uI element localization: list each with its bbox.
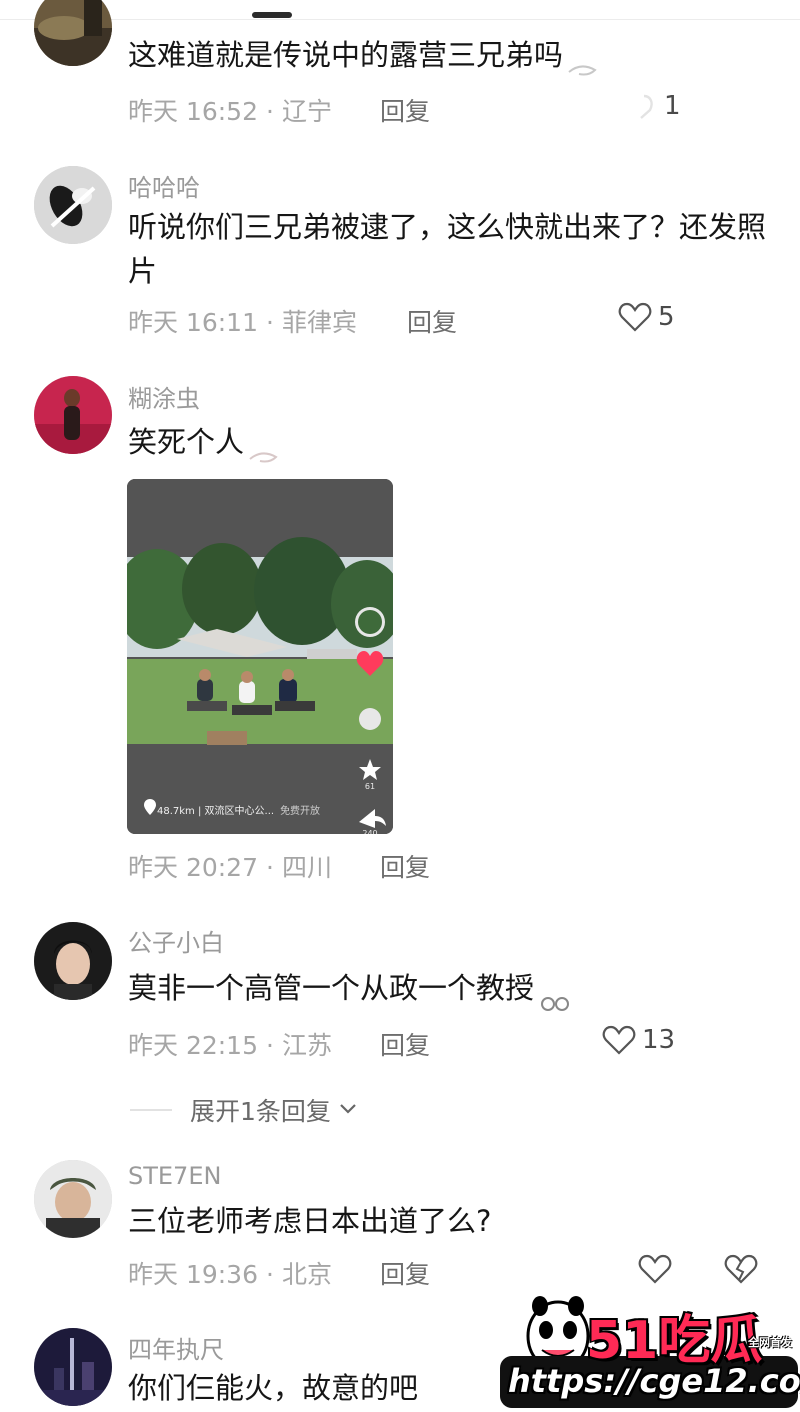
dislike-button[interactable] (724, 1253, 758, 1285)
comment-meta: 昨天 20:27 · 四川 (128, 848, 332, 884)
watermark: 51吃瓜 全网首发 https://cge12.com (480, 1290, 800, 1412)
heart-outline-icon (618, 301, 652, 333)
username[interactable]: 哈哈哈 (128, 168, 200, 203)
broken-heart-icon (724, 1253, 758, 1285)
avatar[interactable] (34, 376, 112, 454)
avatar[interactable] (34, 922, 112, 1000)
comment-text: 听说你们三兄弟被逮了，这么快就出来了？还发照片 (128, 210, 767, 288)
comment-text: 三位老师考虑日本出道了么? (128, 1204, 492, 1238)
meta-separator: · (266, 308, 274, 337)
star-count: 61 (364, 782, 376, 791)
meta-separator: · (266, 853, 274, 882)
avatar[interactable] (34, 0, 112, 66)
comment-time: 昨天 16:11 (128, 308, 258, 337)
reply-button[interactable]: 回复 (407, 303, 457, 339)
drag-handle[interactable] (252, 12, 292, 18)
avatar[interactable] (34, 1328, 112, 1406)
watermark-url: https://cge12.com (508, 1362, 800, 1400)
heart-outline-icon (638, 1253, 672, 1285)
comment-time: 昨天 22:15 (128, 1031, 258, 1060)
share-count: 240 (362, 829, 378, 834)
like-button[interactable]: 13 (602, 1024, 675, 1056)
comment-meta: 昨天 16:52 · 辽宁 (128, 92, 332, 128)
emoji-icon (567, 48, 601, 76)
comment-location: 四川 (281, 853, 332, 882)
like-button[interactable] (638, 1253, 672, 1285)
divider (130, 1109, 172, 1111)
meta-separator: · (266, 1260, 274, 1289)
like-button[interactable]: 1 (624, 90, 681, 122)
reply-button[interactable]: 回复 (380, 92, 430, 128)
comment-location: 北京 (281, 1260, 332, 1289)
emoji-icon (538, 981, 572, 1011)
location-label: 48.7km | 双流区中心公... 免费开放 (157, 802, 320, 817)
like-count: 13 (642, 1025, 676, 1055)
watermark-badge: 全网首发 (748, 1336, 792, 1349)
like-count: 1 (664, 91, 681, 121)
comment-time: 昨天 16:52 (128, 97, 258, 126)
comment-time: 昨天 19:36 (128, 1260, 258, 1289)
comment-location: 江苏 (281, 1031, 332, 1060)
comment-time: 昨天 20:27 (128, 853, 258, 882)
reply-button[interactable]: 回复 (380, 848, 430, 884)
chevron-down-icon (331, 1097, 359, 1123)
reply-button[interactable]: 回复 (380, 1026, 430, 1062)
username[interactable]: 糊涂虫 (128, 379, 200, 414)
heart-outline-icon (624, 90, 658, 122)
comment-meta: 昨天 16:11 · 菲律宾 (128, 303, 357, 339)
heart-outline-icon (602, 1024, 636, 1056)
reply-button[interactable]: 回复 (380, 1255, 430, 1291)
meta-separator: · (266, 97, 274, 126)
comment-text: 笑死个人 (128, 420, 768, 464)
comment-text: 这难道就是传说中的露营三兄弟吗 (128, 33, 768, 77)
comment-meta: 昨天 19:36 · 北京 (128, 1255, 332, 1291)
emoji-icon (248, 435, 282, 463)
expand-replies-label: 展开1条回复 (190, 1097, 331, 1126)
location-tag: 免费开放 (280, 806, 321, 817)
comment-image[interactable]: 48.7km | 双流区中心公... 免费开放 61 240 (127, 479, 393, 834)
avatar[interactable] (34, 1160, 112, 1238)
expand-replies-button[interactable]: 展开1条回复 (130, 1092, 359, 1128)
username[interactable]: 四年执尺 (128, 1330, 224, 1365)
divider (0, 19, 800, 20)
username[interactable]: STE7EN (128, 1162, 221, 1190)
comment-location: 菲律宾 (281, 308, 357, 337)
location-text: 48.7km | 双流区中心公... (157, 806, 275, 817)
comment-location: 辽宁 (281, 97, 332, 126)
comment-text: 莫非一个高管一个从政一个教授 (128, 966, 768, 1011)
meta-separator: · (266, 1031, 274, 1060)
camping-photo (127, 479, 393, 834)
like-button[interactable]: 5 (618, 301, 675, 333)
comment-meta: 昨天 22:15 · 江苏 (128, 1026, 332, 1062)
avatar[interactable] (34, 166, 112, 244)
username[interactable]: 公子小白 (128, 923, 224, 958)
comment-list-screen: 这难道就是传说中的露营三兄弟吗 昨天 16:52 · 辽宁 回复 1 哈哈哈 听说你… (0, 0, 800, 1412)
like-count: 5 (658, 302, 675, 332)
